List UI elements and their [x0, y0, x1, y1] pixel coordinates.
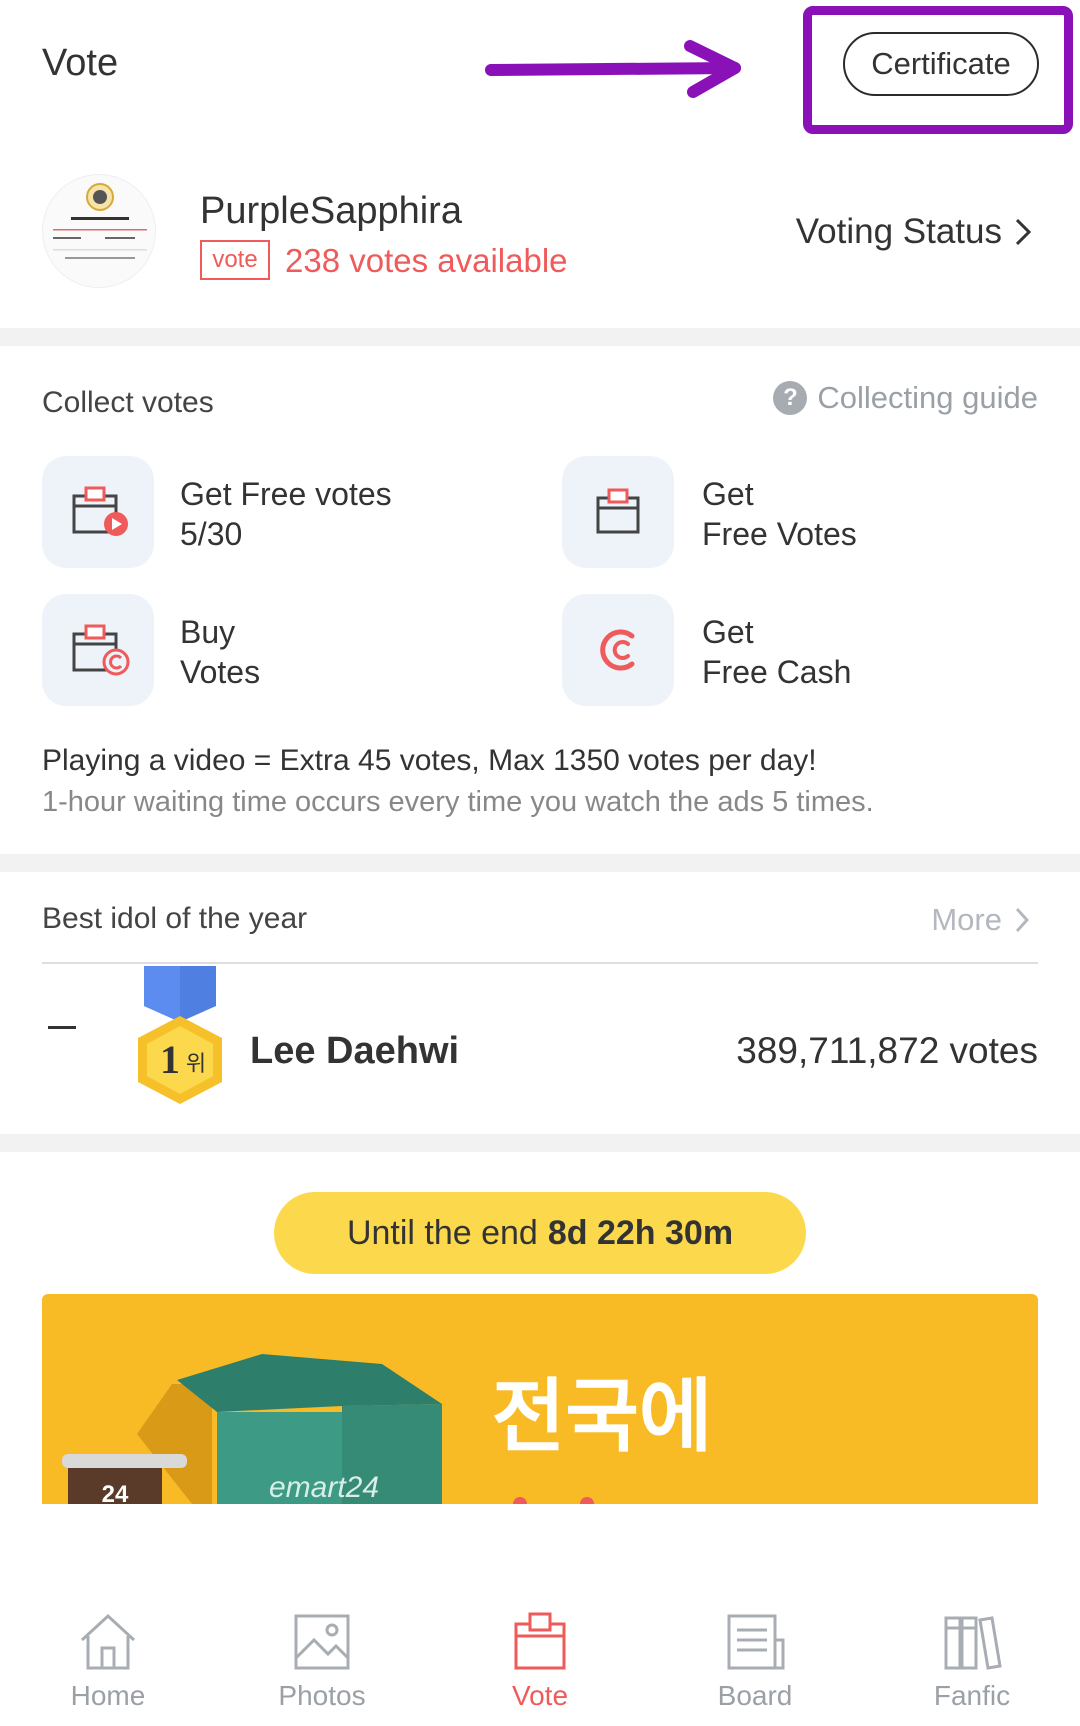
nav-item-vote[interactable]: Vote	[470, 1610, 610, 1712]
header: Vote Certificate	[0, 0, 1080, 140]
video-ballot-icon	[72, 486, 128, 536]
countdown-pill: Until the end 8d 22h 30m	[274, 1192, 806, 1274]
collecting-guide-label: Collecting guide	[817, 380, 1038, 415]
nav-label-home: Home	[70, 1680, 146, 1711]
idol-name[interactable]: Lee Daehwi	[250, 1030, 459, 1073]
username: PurpleSapphira	[200, 190, 462, 232]
buy-votes-tile[interactable]	[42, 594, 154, 706]
nav-label-photos: Photos	[278, 1680, 366, 1711]
photos-icon	[294, 1614, 350, 1670]
certificate-button[interactable]: Certificate	[843, 32, 1039, 96]
nav-label-fanfic: Fanfic	[933, 1680, 1011, 1711]
collect-votes-title: Collect votes	[42, 386, 214, 419]
chevron-right-icon	[1015, 907, 1030, 933]
get-free-votes-tile[interactable]	[562, 456, 674, 568]
best-idol-title: Best idol of the year	[42, 902, 308, 935]
chevron-right-icon	[1015, 218, 1032, 246]
countdown-prefix: Until the end	[346, 1213, 538, 1252]
question-icon: ?	[773, 381, 808, 415]
voting-status-label: Voting Status	[795, 212, 1002, 251]
annotation-arrow-icon	[485, 40, 741, 98]
board-icon	[727, 1614, 785, 1670]
rank-divider	[42, 962, 1038, 964]
tile-label-buy-votes: Buy Votes	[180, 614, 261, 690]
countdown-time: 8d 22h 30m	[547, 1213, 734, 1252]
section-divider	[0, 328, 1080, 346]
home-icon	[80, 1613, 136, 1670]
nav-item-fanfic[interactable]: Fanfic	[902, 1610, 1042, 1712]
vote-badge: vote	[200, 240, 270, 280]
fanfic-icon	[944, 1616, 1002, 1670]
nav-item-home[interactable]: Home	[38, 1610, 178, 1712]
event-banner[interactable]: emart24 24 전국에	[42, 1294, 1038, 1504]
get-free-cash-tile[interactable]	[562, 594, 674, 706]
waiting-time-note: 1-hour waiting time occurs every time yo…	[42, 786, 874, 818]
tile-label-get-free-cash: Get Free Cash	[702, 614, 852, 690]
nav-label-vote: Vote	[511, 1680, 569, 1711]
banner-illustration: emart24 24 전국에	[62, 1354, 713, 1504]
get-free-votes-video-tile[interactable]	[42, 456, 154, 568]
banner-sign-text: 24	[102, 1481, 129, 1504]
cash-c-icon	[600, 629, 635, 671]
rank-medal-icon: 1 위	[138, 966, 222, 1104]
votes-available: 238 votes available	[285, 242, 568, 279]
rank-change-indicator	[48, 1026, 76, 1029]
tile-label-get-free-votes: Get Free votes 5/30	[180, 476, 392, 552]
nav-label-board: Board	[717, 1680, 793, 1711]
voting-status-link[interactable]: Voting Status	[796, 212, 1032, 252]
ballot-box-icon	[596, 488, 640, 534]
more-label: More	[931, 902, 1002, 937]
profile-section: PurpleSapphira vote 238 votes available …	[0, 150, 1080, 330]
nav-item-board[interactable]: Board	[685, 1610, 825, 1712]
certificate-thumbnail-icon	[53, 183, 147, 259]
banner-brand: emart24	[269, 1471, 379, 1504]
collecting-guide-link[interactable]: ? Collecting guide	[773, 380, 1038, 416]
tile-label-get-free-votes-2: Get Free Votes	[702, 476, 857, 552]
bottom-navigation: Home Photos Vote Board Fanfic	[0, 1580, 1080, 1726]
page-title: Vote	[42, 42, 119, 84]
more-link[interactable]: More	[931, 902, 1030, 938]
nav-item-photos[interactable]: Photos	[252, 1610, 392, 1712]
rank-suffix: 위	[186, 1052, 206, 1077]
idol-votes: 389,711,872 votes	[736, 1030, 1038, 1071]
banner-headline: 전국에	[492, 1370, 713, 1463]
section-divider	[0, 854, 1080, 872]
video-info-text: Playing a video = Extra 45 votes, Max 13…	[42, 744, 817, 777]
section-divider	[0, 1134, 1080, 1152]
ballot-coin-icon	[72, 624, 130, 676]
vote-icon	[514, 1612, 566, 1670]
rank-number: 1	[160, 1037, 180, 1082]
avatar[interactable]	[42, 174, 156, 288]
